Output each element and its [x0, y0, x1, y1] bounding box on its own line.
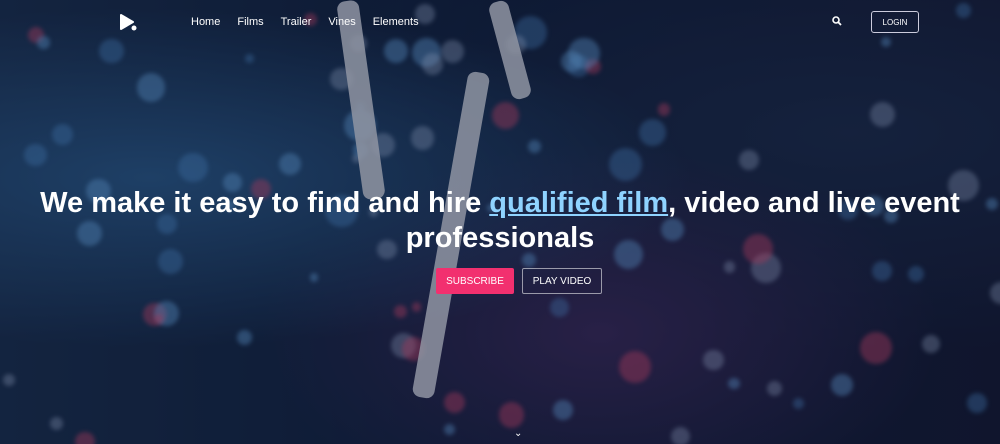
headline-text: We make it easy to find and hire: [40, 187, 490, 219]
qualified-film-link[interactable]: qualified film: [489, 187, 668, 219]
nav-elements[interactable]: Elements: [373, 16, 419, 28]
subscribe-button[interactable]: SUBSCRIBE: [436, 268, 514, 294]
nav-vines[interactable]: Vines: [328, 16, 355, 28]
play-video-button[interactable]: PLAY VIDEO: [522, 268, 602, 294]
nav-trailer[interactable]: Trailer: [281, 16, 312, 28]
chevron-down-icon[interactable]: ⌄: [514, 428, 522, 439]
hero-headline: We make it easy to find and hire qualifi…: [0, 186, 1000, 256]
search-icon[interactable]: [832, 16, 842, 26]
nav-films[interactable]: Films: [237, 16, 263, 28]
login-button[interactable]: LOGIN: [871, 11, 919, 33]
nav-home[interactable]: Home: [191, 16, 220, 28]
logo-play-icon: [120, 14, 137, 31]
top-nav: Home Films Trailer Vines Elements LOGIN: [0, 0, 1000, 44]
